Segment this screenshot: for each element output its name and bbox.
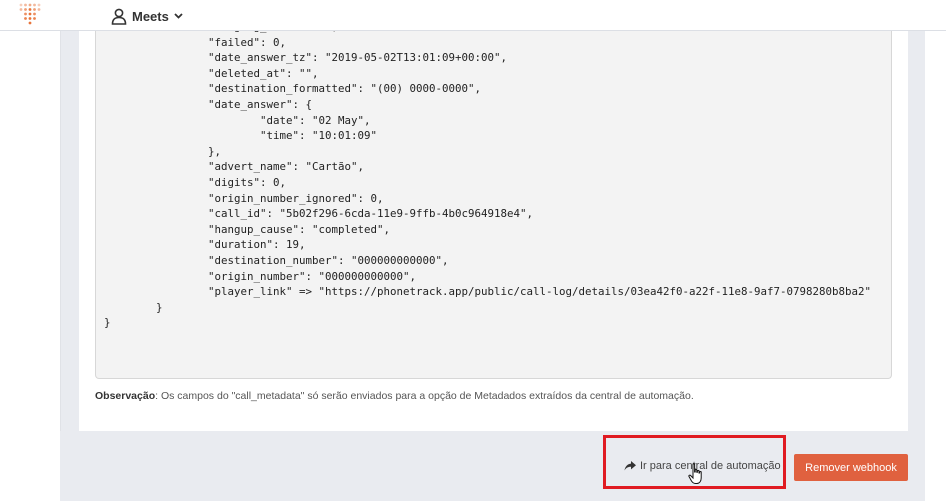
remove-webhook-button[interactable]: Remover webhook bbox=[794, 454, 908, 481]
user-icon bbox=[111, 8, 127, 25]
top-bar: Meets bbox=[0, 0, 946, 31]
chevron-down-icon bbox=[174, 13, 183, 19]
code-line: "origin_number_ignored": 0, bbox=[104, 191, 384, 205]
code-line: "date_answer": { bbox=[104, 97, 313, 111]
code-line: "destination_number": "000000000000", bbox=[104, 253, 449, 267]
code-line: "hangup_cause": "completed", bbox=[104, 222, 391, 236]
code-line: "player_link" => "https://phonetrack.app… bbox=[104, 285, 872, 299]
user-menu-label: Meets bbox=[132, 8, 169, 24]
code-line: "origin_number": "000000000000", bbox=[104, 269, 417, 283]
code-line: }, bbox=[104, 144, 222, 158]
left-sidebar bbox=[0, 31, 61, 501]
code-line: } bbox=[104, 300, 163, 314]
observation-text: : Os campos do "call_metadata" só serão … bbox=[155, 390, 694, 402]
code-line: } bbox=[104, 316, 111, 330]
webhook-payload-box: "ringing_t...": ..., "failed": 0, "date_… bbox=[95, 31, 892, 379]
code-line: "failed": 0, bbox=[104, 35, 287, 49]
code-line: "duration": 19, bbox=[104, 238, 306, 252]
observation-label: Observação bbox=[95, 390, 156, 402]
code-line: "digits": 0, bbox=[104, 175, 287, 189]
code-line: "date_answer_tz": "2019-05-02T13:01:09+0… bbox=[104, 51, 508, 65]
code-line: "call_id": "5b02f296-6cda-11e9-9ffb-4b0c… bbox=[104, 207, 534, 221]
code-line: "deleted_at": "", bbox=[104, 66, 319, 80]
code-line: "date": "02 May", bbox=[104, 113, 371, 127]
code-line: "time": "10:01:09" bbox=[104, 129, 378, 143]
observation-note: Observação: Os campos do "call_metadata"… bbox=[95, 390, 895, 402]
right-gutter bbox=[925, 31, 946, 501]
code-line: "destination_formatted": "(00) 0000-0000… bbox=[104, 82, 482, 96]
phonetrack-logo-icon[interactable] bbox=[16, 2, 42, 28]
user-menu[interactable]: Meets bbox=[111, 6, 183, 26]
webhook-payload-code: "ringing_t...": ..., "failed": 0, "date_… bbox=[104, 31, 871, 331]
hand-pointer-cursor-icon bbox=[688, 463, 702, 484]
code-line: "advert_name": "Cartão", bbox=[104, 160, 365, 174]
